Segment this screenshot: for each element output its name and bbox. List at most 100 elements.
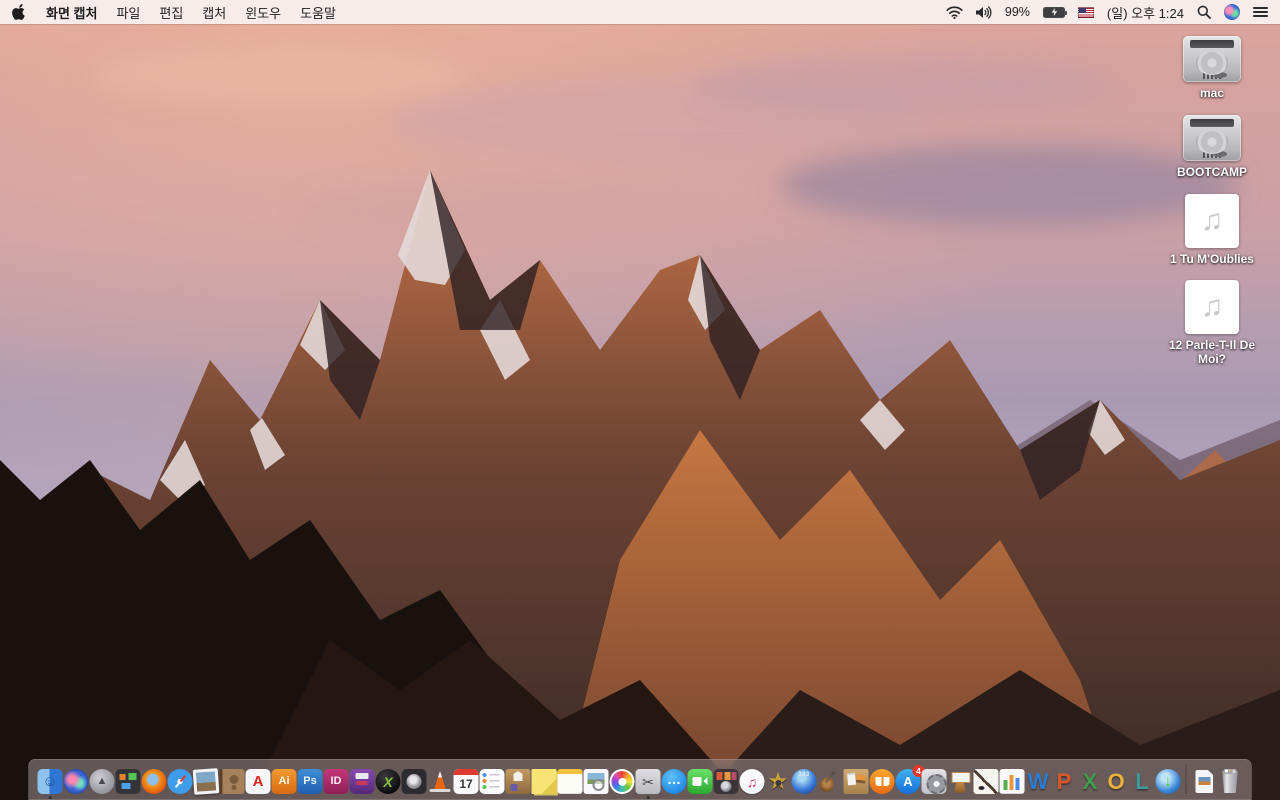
desktop-label: mac	[1199, 86, 1225, 100]
numbers-dock-icon[interactable]	[999, 769, 1025, 794]
disc-lens-app-dock-icon[interactable]	[401, 769, 427, 794]
battery-percent: 99%	[1004, 5, 1030, 19]
garageband-dock-icon[interactable]	[818, 769, 843, 794]
messages-glyph: …	[667, 771, 681, 787]
ibooks-dock-icon[interactable]	[869, 769, 895, 794]
toast-titanium-dock-icon[interactable]	[349, 769, 375, 794]
itunes-dock-icon[interactable]: ♫	[739, 769, 765, 794]
contacts-dock-icon[interactable]	[219, 769, 245, 794]
wifi-icon[interactable]	[946, 5, 963, 19]
battery-icon[interactable]	[1042, 6, 1067, 18]
web-downloader-glyph: ↓	[1164, 772, 1172, 790]
sierra-wallpaper	[0, 0, 1280, 800]
audio-file-icon: ♫	[1185, 280, 1239, 335]
stickies-dock-icon[interactable]	[531, 769, 557, 794]
indesign-glyph: ID	[330, 775, 342, 787]
preview-dock-icon[interactable]	[583, 769, 609, 794]
hard-drive-icon	[1183, 114, 1241, 161]
pages-dock-icon[interactable]	[973, 769, 999, 794]
apple-menu-icon[interactable]	[12, 4, 27, 20]
acrobat-reader-glyph: A	[252, 773, 264, 790]
messages-dock-icon[interactable]: …	[661, 769, 687, 794]
vlc-dock-icon[interactable]	[428, 769, 453, 794]
grab-dock-icon[interactable]: ✂	[635, 769, 661, 799]
dvd-player-display-text: 333	[798, 772, 810, 778]
audio-file-icon: ♫	[1185, 193, 1239, 248]
safari-dock-icon[interactable]	[167, 769, 193, 794]
imovie-glyph: ★	[767, 767, 789, 795]
photo-viewer-dock-icon[interactable]	[192, 768, 220, 795]
volume-icon[interactable]	[975, 5, 992, 19]
notes-dock-icon[interactable]	[557, 769, 583, 794]
music-note-glyph: ♫	[1200, 203, 1224, 237]
keynote-dock-icon[interactable]	[948, 769, 973, 794]
app-store-dock-icon[interactable]: A4	[895, 765, 925, 794]
menu-capture[interactable]: 캡처	[202, 3, 226, 22]
imovie-dock-icon[interactable]: ★	[766, 769, 791, 794]
web-downloader-dock-icon[interactable]: ↓	[1155, 769, 1181, 794]
powerpoint-dock-icon[interactable]: P	[1052, 769, 1077, 794]
finder-dock-icon[interactable]: ☺	[37, 769, 63, 799]
finder-running-indicator	[48, 795, 52, 799]
xbmc-glyph: X	[383, 773, 393, 790]
reminders-dock-icon[interactable]	[479, 769, 505, 794]
menu-app-name[interactable]: 화면 캡처	[46, 3, 97, 22]
outlook-dock-icon[interactable]: O	[1104, 769, 1129, 794]
dock-divider	[1185, 764, 1187, 794]
system-preferences-dock-icon[interactable]	[921, 769, 947, 794]
dvd-player-dock-icon[interactable]: 333	[791, 769, 817, 794]
menu-file[interactable]: 파일	[116, 3, 140, 22]
outlook-glyph: O	[1107, 768, 1125, 794]
finder-glyph: ☺	[42, 773, 58, 790]
desktop-item-bootcamp[interactable]: BOOTCAMP	[1162, 114, 1262, 180]
acrobat-reader-dock-icon[interactable]: A	[245, 769, 271, 794]
desktop-item-audio-2[interactable]: ♫ 12 Parle-T-Il De Moi?	[1162, 280, 1262, 367]
excel-dock-icon[interactable]: X	[1078, 769, 1103, 794]
word-dock-icon[interactable]: W	[1026, 769, 1051, 794]
photos-dock-icon[interactable]	[609, 769, 635, 794]
menu-edit[interactable]: 편집	[159, 3, 183, 22]
scrapbook-app-dock-icon[interactable]	[843, 769, 869, 794]
photoshop-dock-icon[interactable]: Ps	[297, 769, 323, 794]
unarchiver-dock-icon[interactable]	[505, 769, 531, 794]
charging-bolt-icon	[1051, 8, 1058, 16]
us-flag-input-source-icon[interactable]	[1077, 6, 1094, 18]
photoshop-glyph: Ps	[303, 775, 317, 787]
lync-glyph: L	[1135, 768, 1149, 794]
desktop-icon-column: mac BOOTCAMP ♫ 1 Tu M'Oublies ♫ 12 Parle…	[1162, 36, 1262, 381]
itunes-glyph: ♫	[746, 773, 758, 790]
illustrator-glyph: Ai	[278, 775, 290, 787]
facetime-dock-icon[interactable]	[687, 769, 713, 794]
trash-dock-icon[interactable]	[1218, 769, 1243, 794]
notification-center-icon[interactable]	[1253, 6, 1268, 18]
calendar-dock-icon[interactable]: 17	[453, 769, 479, 794]
xbmc-dock-icon[interactable]: X	[375, 769, 401, 794]
hard-drive-icon	[1183, 36, 1241, 82]
mission-control-dock-icon[interactable]	[115, 769, 141, 794]
menu-bar: 화면 캡처 파일 편집 캡처 윈도우 도움말 99% (일) 오후 1:24	[0, 0, 1280, 24]
desktop-item-audio-1[interactable]: ♫ 1 Tu M'Oublies	[1162, 193, 1262, 267]
grab-glyph: ✂	[642, 773, 654, 790]
lync-dock-icon[interactable]: L	[1130, 769, 1155, 794]
grab-running-indicator	[646, 795, 650, 799]
spotlight-icon[interactable]	[1197, 5, 1211, 19]
document-file-dock-icon[interactable]	[1192, 769, 1217, 794]
launchpad-glyph: ▲	[96, 775, 108, 787]
desktop-label: 12 Parle-T-Il De Moi?	[1168, 338, 1256, 367]
word-glyph: W	[1027, 768, 1049, 794]
dock: ☺ ▲ A Ai Ps ID X 17 ✂… ♫ ★ 333 A 4 W P X O L ↓	[28, 759, 1252, 800]
desktop-label: 1 Tu M'Oublies	[1170, 251, 1254, 266]
indesign-dock-icon[interactable]: ID	[323, 769, 349, 794]
siri-menu-icon[interactable]	[1224, 4, 1240, 20]
illustrator-dock-icon[interactable]: Ai	[271, 769, 297, 794]
menu-window[interactable]: 윈도우	[245, 3, 281, 22]
powerpoint-glyph: P	[1056, 768, 1072, 794]
excel-glyph: X	[1082, 768, 1098, 794]
siri-dock-icon[interactable]	[63, 769, 89, 794]
desktop-item-mac[interactable]: mac	[1162, 36, 1262, 101]
launchpad-dock-icon[interactable]: ▲	[89, 769, 115, 794]
firefox-dock-icon[interactable]	[141, 769, 167, 794]
photo-booth-dock-icon[interactable]	[713, 769, 739, 794]
menu-help[interactable]: 도움말	[300, 3, 336, 22]
menu-clock[interactable]: (일) 오후 1:24	[1107, 3, 1184, 22]
